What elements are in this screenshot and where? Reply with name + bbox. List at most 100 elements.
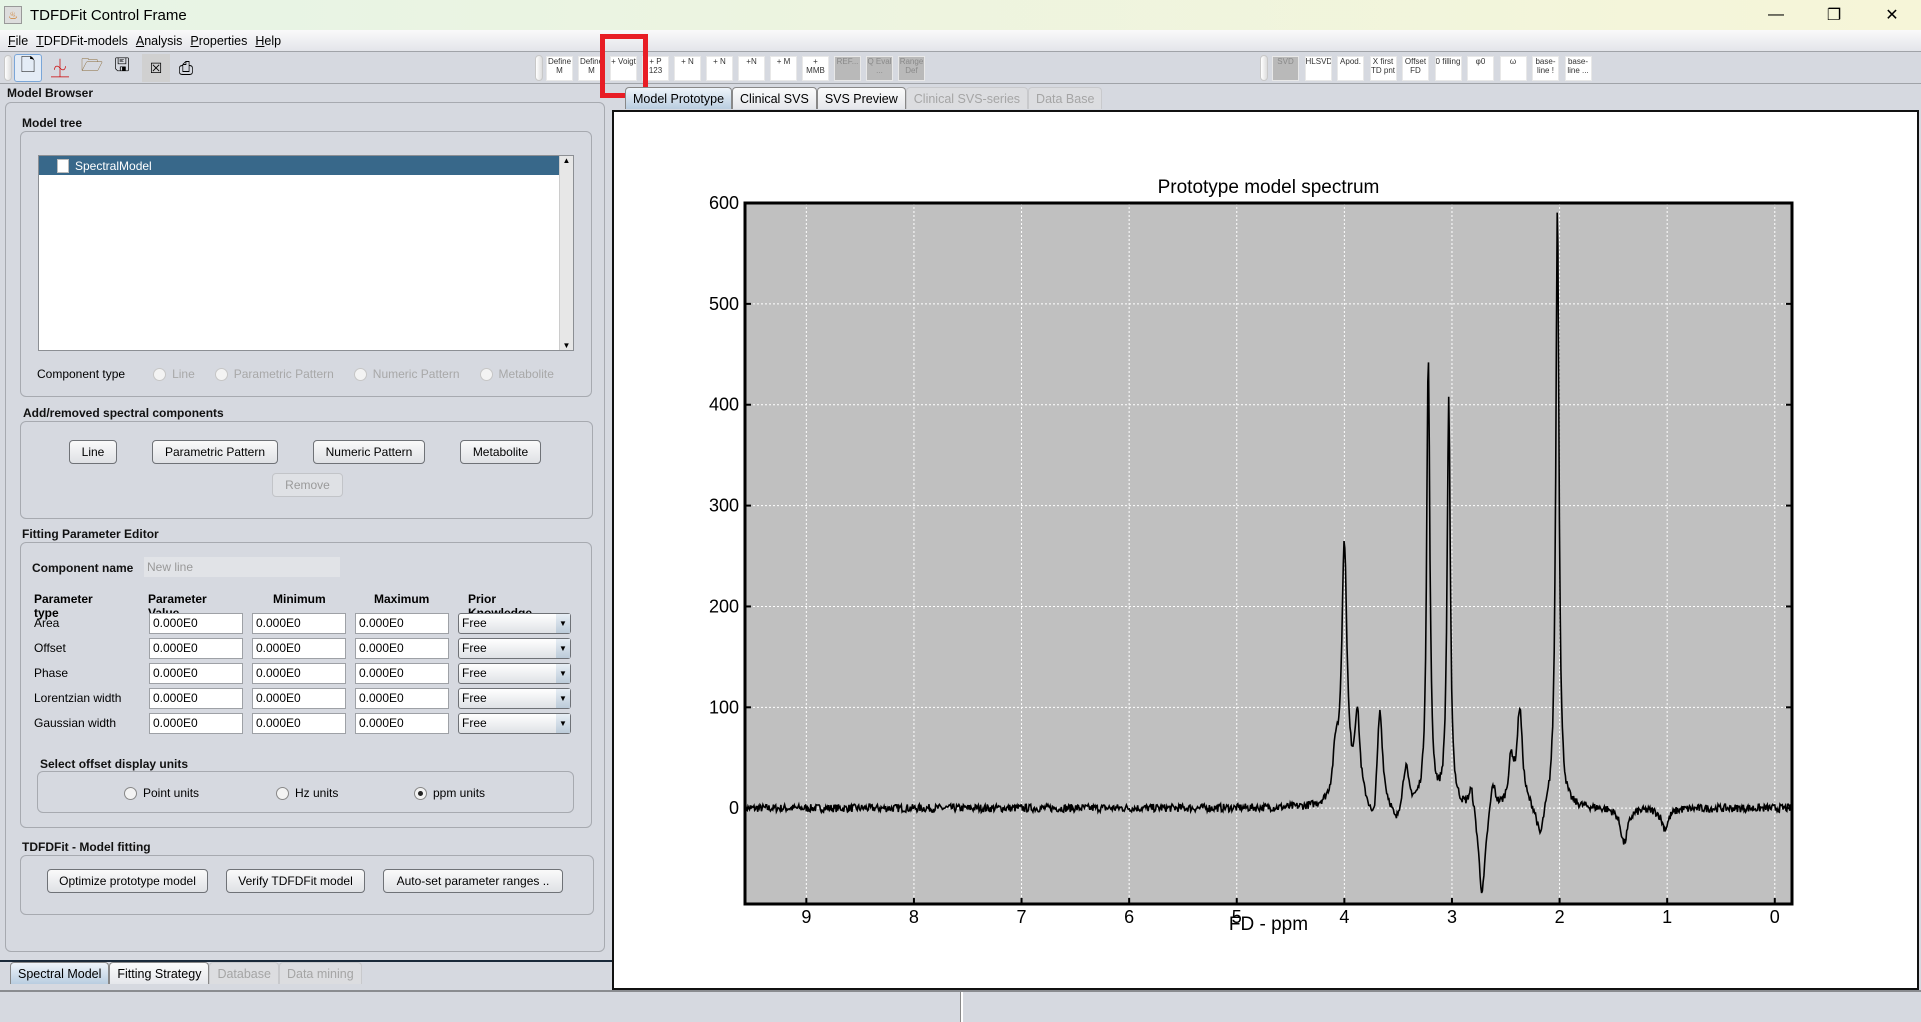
prior-knowledge-dropdown[interactable]: Free ▼ <box>458 637 571 659</box>
menu-tdfdfit-models[interactable]: TDFDFit-models <box>36 34 128 48</box>
toolbar-btn-0-filling[interactable]: 0 filling <box>1434 56 1462 81</box>
param-min-field[interactable]: 0.000E0 <box>252 612 346 634</box>
param-value-field[interactable]: 0.000E0 <box>149 637 243 659</box>
radio-metabolite[interactable] <box>479 367 493 381</box>
prior-knowledge-value: Free <box>462 690 487 705</box>
toolbar-btn-ref[interactable]: REF... <box>834 56 861 81</box>
y-tick-label: 500 <box>709 294 739 314</box>
toolbar-btn-hlsvd[interactable]: HLSVD <box>1304 56 1332 81</box>
add-numeric-pattern-button[interactable]: Numeric Pattern <box>313 440 425 464</box>
radio-hz-units[interactable] <box>276 786 289 800</box>
prior-knowledge-dropdown[interactable]: Free ▼ <box>458 662 571 684</box>
radio-numeric-pattern[interactable] <box>353 367 367 381</box>
param-min-field[interactable]: 0.000E0 <box>252 662 346 684</box>
scroll-up-icon[interactable]: ▲ <box>560 156 573 165</box>
prior-knowledge-value: Free <box>462 715 487 730</box>
param-row-phase: Phase 0.000E0 0.000E0 0.000E0 Free ▼ <box>34 661 574 685</box>
menu-properties[interactable]: Properties <box>190 34 247 48</box>
toolbar-btn-q-eval[interactable]: Q Eval ... <box>866 56 893 81</box>
tab-data-mining[interactable]: Data mining <box>278 962 362 984</box>
param-value-field[interactable]: 0.000E0 <box>149 612 243 634</box>
toolbar-btn-n[interactable]: + N <box>706 56 733 81</box>
optimize-prototype-model-button[interactable]: Optimize prototype model <box>47 869 208 893</box>
new-document-button[interactable]: 🗋 <box>14 54 42 82</box>
auto-set-parameter-ranges-button[interactable]: Auto-set parameter ranges .. <box>383 869 563 893</box>
tab-svs-preview[interactable]: SVS Preview <box>816 87 906 109</box>
param-row-gaussian-width: Gaussian width 0.000E0 0.000E0 0.000E0 F… <box>34 711 574 735</box>
param-max-field[interactable]: 0.000E0 <box>355 662 449 684</box>
param-value-field[interactable]: 0.000E0 <box>149 662 243 684</box>
tab-data-base[interactable]: Data Base <box>1028 87 1103 109</box>
restore-button[interactable]: ❐ <box>1805 0 1863 30</box>
toolbar-btn-m[interactable]: + M <box>770 56 797 81</box>
add-parametric-pattern-button[interactable]: Parametric Pattern <box>152 440 278 464</box>
toolbar-btn-apod[interactable]: Apod. <box>1337 56 1364 81</box>
toolbar-grip-center[interactable] <box>535 55 543 81</box>
close-window-button[interactable]: ✕ <box>1863 0 1921 30</box>
toolbar-btn-voigt[interactable]: + Voigt <box>610 56 637 81</box>
prior-knowledge-dropdown[interactable]: Free ▼ <box>458 612 571 634</box>
toolbar-btn-n[interactable]: +N <box>738 56 765 81</box>
toolbar-btn-svd[interactable]: SVD <box>1272 56 1299 81</box>
verify-tdfdfit-model-button[interactable]: Verify TDFDFit model <box>226 869 365 893</box>
radio-ppm-units-row[interactable]: ppm units <box>414 786 485 800</box>
toolbar-btn-ω[interactable]: ω <box>1499 56 1527 81</box>
point-units-label: Point units <box>143 786 200 800</box>
param-value-field[interactable]: 0.000E0 <box>149 687 243 709</box>
param-min-field[interactable]: 0.000E0 <box>252 637 346 659</box>
chevron-down-icon: ▼ <box>556 688 570 708</box>
toolbar-btn-p-123[interactable]: + P 123 <box>642 56 669 81</box>
toolbar-grip-right[interactable] <box>1260 55 1268 81</box>
tab-fitting-strategy[interactable]: Fitting Strategy <box>109 962 210 984</box>
toolbar-grip[interactable] <box>4 55 12 81</box>
tree-item-spectralmodel[interactable]: SpectralModel <box>39 156 559 175</box>
tab-spectral-model[interactable]: Spectral Model <box>10 962 110 984</box>
prior-knowledge-dropdown[interactable]: Free ▼ <box>458 712 571 734</box>
menu-analysis[interactable]: Analysis <box>136 34 183 48</box>
component-name-field[interactable]: New line <box>144 557 340 577</box>
radio-point-units-row[interactable]: Point units <box>124 786 199 800</box>
menu-help[interactable]: Help <box>255 34 281 48</box>
radio-ppm-units[interactable] <box>414 786 427 800</box>
prior-knowledge-dropdown[interactable]: Free ▼ <box>458 687 571 709</box>
toolbar-btn-n[interactable]: + N <box>674 56 701 81</box>
print-button[interactable]: ⎙ <box>172 54 200 82</box>
scroll-down-icon[interactable]: ▼ <box>560 341 573 350</box>
toolbar-btn-x-first-td-pnt[interactable]: X first TD pnt <box>1369 56 1397 81</box>
radio-parametric-pattern[interactable] <box>214 367 228 381</box>
param-max-field[interactable]: 0.000E0 <box>355 712 449 734</box>
tab-model-prototype[interactable]: Model Prototype <box>625 87 733 109</box>
param-max-field[interactable]: 0.000E0 <box>355 687 449 709</box>
save-button[interactable]: 🖫 <box>108 54 136 82</box>
toolbar-btn-base-line[interactable]: base-line ! <box>1532 56 1559 81</box>
toolbar-btn-base-line[interactable]: base-line ... <box>1564 56 1592 81</box>
param-min-field[interactable]: 0.000E0 <box>252 712 346 734</box>
open-button[interactable]: 🗁 <box>78 54 106 82</box>
toolbar-btn-define-m[interactable]: Define M <box>546 56 573 81</box>
tab-clinical-svs[interactable]: Clinical SVS <box>732 87 817 109</box>
new-spectrum-button[interactable]: ⏈ <box>46 54 74 82</box>
toolbar-btn-define-m[interactable]: Define M <box>578 56 605 81</box>
radio-line[interactable] <box>153 367 167 381</box>
param-value-field[interactable]: 0.000E0 <box>149 712 243 734</box>
toolbar-btn-mmb[interactable]: + MMB <box>802 56 829 81</box>
minimize-button[interactable]: — <box>1747 0 1805 30</box>
tab-database[interactable]: Database <box>209 962 279 984</box>
add-metabolite-button[interactable]: Metabolite <box>460 440 541 464</box>
close-model-button[interactable]: ☒ <box>142 54 170 82</box>
model-tree[interactable]: SpectralModel ▲ ▼ <box>38 155 574 351</box>
param-max-field[interactable]: 0.000E0 <box>355 637 449 659</box>
toolbar-btn-φ0[interactable]: φ0 <box>1467 56 1494 81</box>
toolbar-btn-offset-fd[interactable]: Offset FD <box>1402 56 1429 81</box>
tree-scrollbar[interactable]: ▲ ▼ <box>559 156 573 350</box>
param-min-field[interactable]: 0.000E0 <box>252 687 346 709</box>
add-line-button[interactable]: Line <box>69 440 117 464</box>
radio-hz-units-row[interactable]: Hz units <box>276 786 338 800</box>
param-max-field[interactable]: 0.000E0 <box>355 612 449 634</box>
menu-file[interactable]: File <box>8 34 28 48</box>
toolbar-btn-range-def[interactable]: Range Def <box>898 56 925 81</box>
tab-clinical-svs-series[interactable]: Clinical SVS-series <box>905 87 1029 109</box>
radio-point-units[interactable] <box>124 786 137 800</box>
x-tick-label: 3 <box>1447 907 1457 927</box>
remove-button[interactable]: Remove <box>272 473 343 497</box>
